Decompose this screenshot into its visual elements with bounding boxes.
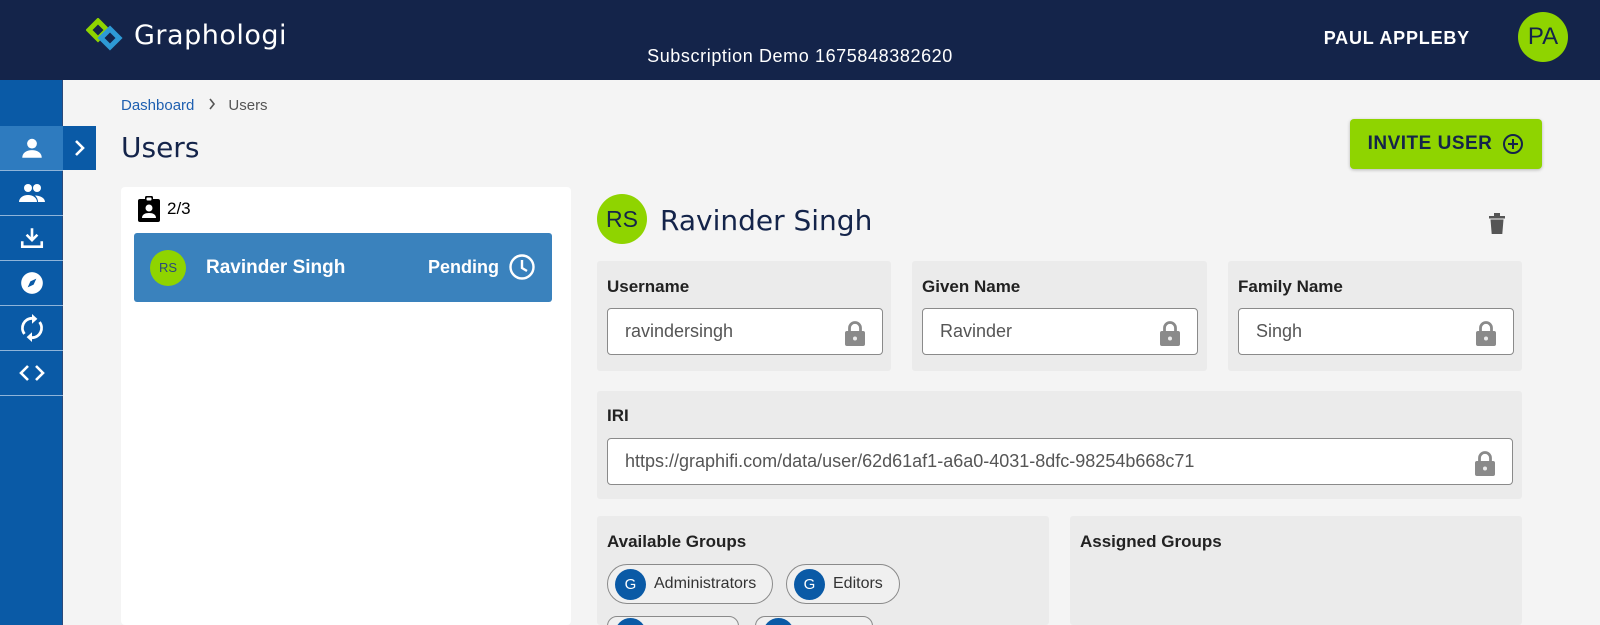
user-list-name: Ravinder Singh (206, 256, 346, 278)
group-avatar: G (794, 568, 825, 600)
username-card: Username ravindersingh (597, 261, 891, 371)
clipboard-user-icon (138, 196, 160, 222)
group-avatar (615, 617, 646, 625)
family-name-label: Family Name (1238, 277, 1343, 296)
assigned-groups-card: Assigned Groups (1070, 516, 1522, 625)
group-chip[interactable] (607, 616, 739, 625)
user-name[interactable]: PAUL APPLEBY (1324, 28, 1470, 49)
detail-user-name: Ravinder Singh (660, 204, 873, 237)
username-label: Username (607, 277, 690, 296)
sidebar-expand-button[interactable] (63, 126, 96, 170)
user-count: 2/3 (137, 196, 191, 222)
sidebar-item-api[interactable] (0, 351, 63, 396)
sidebar-item-sync[interactable] (0, 306, 63, 351)
user-list-item[interactable]: RS Ravinder Singh Pending (134, 233, 552, 302)
delete-user-button[interactable] (1487, 211, 1507, 240)
invite-user-label: INVITE USER (1367, 133, 1493, 154)
group-avatar (763, 617, 794, 625)
subscription-name: Subscription Demo 1675848382620 (647, 46, 953, 66)
assigned-groups-label: Assigned Groups (1080, 532, 1222, 551)
breadcrumb-separator-icon (208, 97, 216, 114)
available-groups-label: Available Groups (607, 532, 747, 551)
username-value: ravindersingh (625, 321, 734, 341)
iri-label: IRI (607, 406, 629, 425)
invite-user-button[interactable]: INVITE USER (1350, 119, 1542, 169)
people-icon (18, 184, 45, 202)
person-icon (21, 138, 42, 158)
given-name-card: Given Name Ravinder (912, 261, 1207, 371)
sidebar-item-groups[interactable] (0, 171, 63, 216)
family-name-field[interactable]: Singh (1238, 308, 1514, 355)
trash-icon (1489, 213, 1505, 234)
chevron-right-icon (74, 140, 85, 156)
family-name-card: Family Name Singh (1228, 261, 1522, 371)
code-icon (18, 365, 45, 381)
lock-icon (845, 321, 865, 346)
given-name-field[interactable]: Ravinder (922, 308, 1198, 355)
lock-icon (1475, 451, 1495, 476)
username-field[interactable]: ravindersingh (607, 308, 883, 355)
detail-avatar: RS (597, 194, 647, 244)
given-name-value: Ravinder (940, 321, 1013, 341)
add-circle-icon (1503, 134, 1524, 154)
family-name-value: Singh (1256, 321, 1303, 341)
lock-icon (1476, 321, 1496, 346)
download-icon (20, 228, 43, 248)
user-status-badge: Pending (428, 257, 499, 277)
group-chip-editors[interactable]: G Editors (786, 564, 900, 604)
iri-card: IRI https://graphifi.com/data/user/62d61… (597, 391, 1522, 499)
group-avatar: G (615, 568, 646, 600)
group-chip[interactable] (755, 616, 873, 625)
page-title: Users (121, 131, 200, 164)
user-count-text: 2/3 (167, 199, 191, 218)
breadcrumb: Dashboard Users (121, 97, 268, 114)
clock-icon (509, 254, 535, 280)
sidebar-item-users[interactable] (0, 126, 63, 171)
sync-icon (20, 314, 43, 342)
group-chip-administrators[interactable]: G Administrators (607, 564, 774, 604)
group-chip-label: Administrators (654, 575, 757, 592)
breadcrumb-current: Users (228, 97, 268, 114)
sidebar-item-import[interactable] (0, 216, 63, 261)
user-avatar[interactable]: PA (1518, 12, 1568, 62)
sidebar (0, 80, 63, 625)
breadcrumb-dashboard-link[interactable]: Dashboard (121, 97, 194, 114)
compass-icon (20, 272, 43, 294)
lock-icon (1160, 321, 1180, 346)
sidebar-item-explore[interactable] (0, 261, 63, 306)
available-groups-card: Available Groups G Administrators G Edit… (597, 516, 1049, 625)
given-name-label: Given Name (922, 277, 1021, 296)
user-list-avatar: RS (150, 249, 186, 286)
iri-field[interactable]: https://graphifi.com/data/user/62d61af1-… (607, 438, 1513, 485)
top-bar: Graphologi Subscription Demo 16758483826… (0, 0, 1600, 80)
group-chip-label: Editors (833, 575, 883, 592)
user-list-panel: 2/3 RS Ravinder Singh Pending (121, 187, 571, 625)
iri-value: https://graphifi.com/data/user/62d61af1-… (625, 451, 1195, 471)
